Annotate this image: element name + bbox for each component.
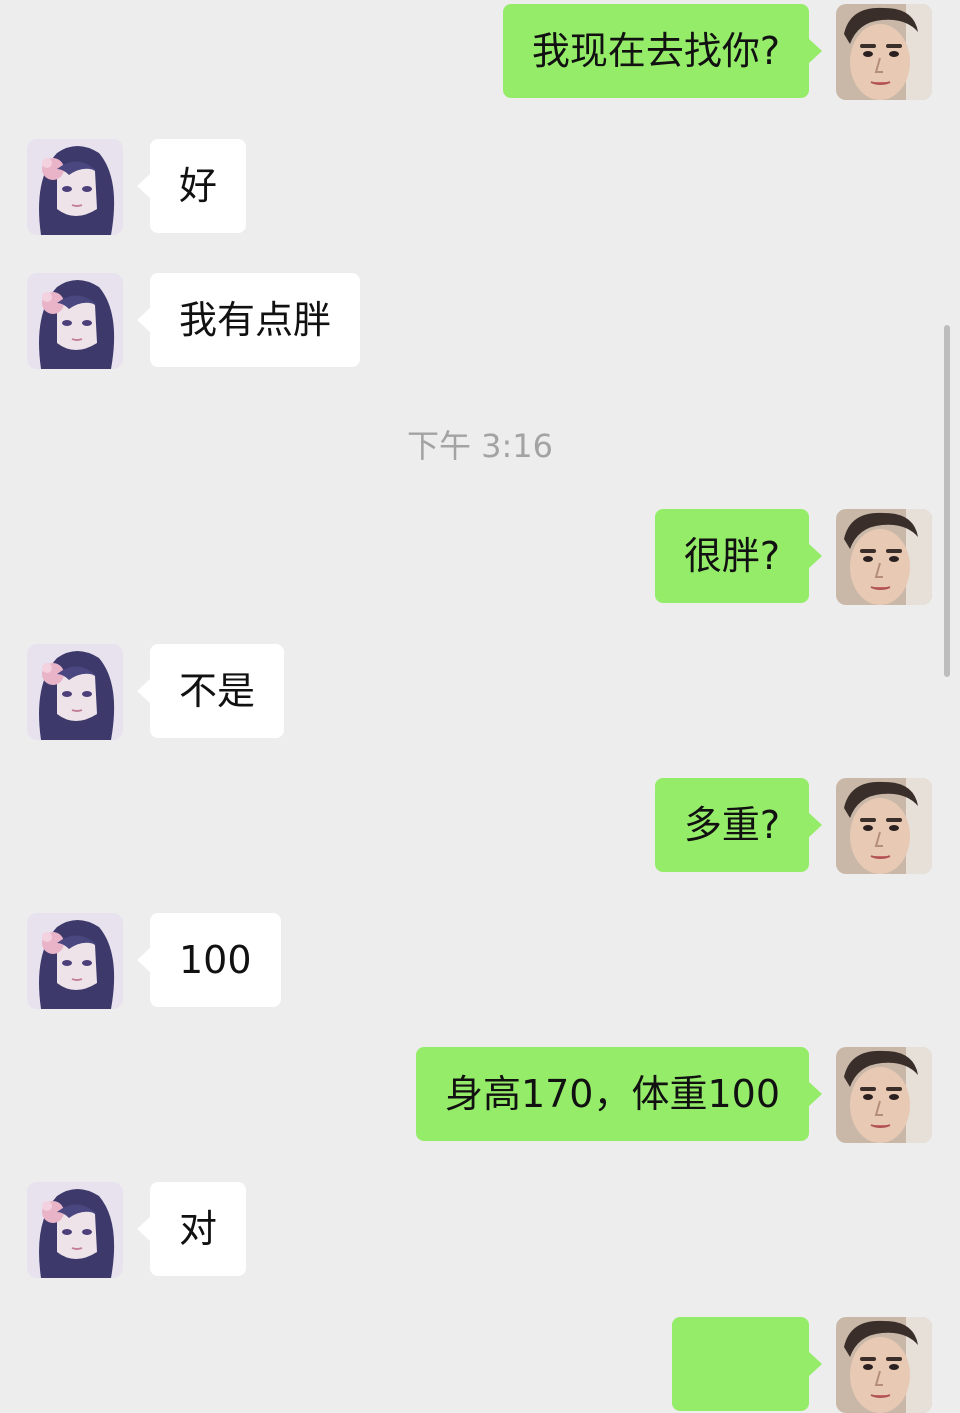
received-message-bubble[interactable]: 好	[136, 139, 247, 233]
anime-girl-avatar-icon	[27, 273, 123, 369]
scrollbar[interactable]	[944, 325, 950, 677]
message-row: 我现在去找你?	[0, 4, 960, 100]
message-row: 100	[0, 913, 960, 1009]
chat-area: 我现在去找你? 好 我有点胖 下午 3:16 很胖? 不是 多重? 100 身高…	[0, 0, 960, 1413]
contact-avatar[interactable]	[27, 273, 123, 369]
received-message-bubble[interactable]: 对	[136, 1182, 247, 1276]
message-row: 对	[0, 1182, 960, 1278]
male-portrait-avatar-icon	[836, 4, 932, 100]
message-row	[0, 1317, 960, 1413]
contact-avatar[interactable]	[27, 139, 123, 235]
male-portrait-avatar-icon	[836, 1047, 932, 1143]
received-message-bubble[interactable]: 100	[137, 913, 281, 1007]
message-row: 多重?	[0, 778, 960, 874]
self-avatar[interactable]	[836, 1317, 932, 1413]
sent-message-bubble[interactable]: 很胖?	[654, 509, 823, 603]
sent-message-bubble[interactable]: 身高170，体重100	[415, 1047, 823, 1141]
contact-avatar[interactable]	[27, 913, 123, 1009]
message-row: 好	[0, 139, 960, 235]
self-avatar[interactable]	[836, 778, 932, 874]
message-row: 身高170，体重100	[0, 1047, 960, 1143]
sent-message-bubble[interactable]: 我现在去找你?	[502, 4, 823, 98]
male-portrait-avatar-icon	[836, 778, 932, 874]
anime-girl-avatar-icon	[27, 913, 123, 1009]
anime-girl-avatar-icon	[27, 644, 123, 740]
anime-girl-avatar-icon	[27, 1182, 123, 1278]
male-portrait-avatar-icon	[836, 509, 932, 605]
contact-avatar[interactable]	[27, 644, 123, 740]
male-portrait-avatar-icon	[836, 1317, 932, 1413]
sent-message-bubble[interactable]	[672, 1317, 822, 1411]
message-row: 我有点胖	[0, 273, 960, 369]
timestamp: 下午 3:16	[406, 427, 554, 465]
self-avatar[interactable]	[836, 4, 932, 100]
message-row: 很胖?	[0, 509, 960, 605]
received-message-bubble[interactable]: 不是	[136, 644, 285, 738]
sent-message-bubble[interactable]: 多重?	[654, 778, 823, 872]
message-row: 不是	[0, 644, 960, 740]
anime-girl-avatar-icon	[27, 139, 123, 235]
received-message-bubble[interactable]: 我有点胖	[136, 273, 361, 367]
self-avatar[interactable]	[836, 509, 932, 605]
contact-avatar[interactable]	[27, 1182, 123, 1278]
self-avatar[interactable]	[836, 1047, 932, 1143]
